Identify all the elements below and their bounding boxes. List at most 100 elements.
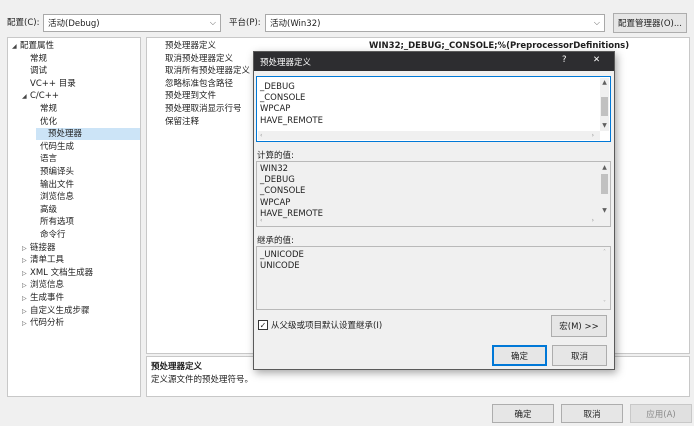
computed-values-label: 计算的值: [257, 151, 294, 161]
scroll-up-icon[interactable]: ˄ [600, 248, 609, 257]
tree-item-label: XML 文档生成器 [30, 267, 94, 278]
scroll-up-icon[interactable]: ▲ [600, 163, 609, 172]
tree-item-label: 所有选项 [40, 217, 75, 228]
preprocessor-definitions-dialog: 预处理器定义 ? ✕ ▲ ▼ ‹ › _DEBUG _CONSOLE WPCAP HA… [253, 51, 615, 370]
collapsed-icon[interactable]: ▷ [22, 255, 30, 267]
platform-dropdown[interactable]: 活动(Win32) ⌵ [265, 14, 605, 32]
property-row[interactable]: 取消所有预处理器定义 [165, 65, 250, 77]
inherited-vertical-scrollbar[interactable]: ˄ ˅ [600, 248, 609, 309]
tree-item-label: 常规 [40, 104, 58, 114]
tree-item[interactable]: 输出文件 [32, 179, 74, 191]
property-row[interactable]: 保留注释 [165, 116, 199, 128]
tree-item[interactable]: 常规 [22, 53, 47, 65]
inherit-checkbox-row[interactable]: ✓ 从父级或项目默认设置继承(I) [258, 319, 382, 331]
description-text: 定义源文件的预处理符号。 [151, 375, 254, 385]
inherit-checkbox-label: 从父级或项目默认设置继承(I) [271, 321, 383, 331]
tree-item[interactable]: ◢ C/C++ [22, 90, 59, 102]
tree-item[interactable]: 调试 [22, 65, 47, 77]
property-row[interactable]: 预处理取消显示行号 [165, 103, 242, 115]
close-icon[interactable]: ✕ [593, 55, 600, 65]
tree-item[interactable]: 常规 [32, 103, 57, 115]
scroll-right-icon[interactable]: › [592, 216, 594, 225]
tree-item[interactable]: ▷ 代码分析 [22, 317, 64, 329]
tree-item-label: 浏览信息 [30, 280, 65, 291]
tree-item[interactable]: VC++ 目录 [22, 78, 76, 90]
tree-item[interactable]: 浏览信息 [32, 191, 74, 203]
config-dropdown[interactable]: 活动(Debug) ⌵ [43, 14, 221, 32]
tree-item[interactable]: ▷ XML 文档生成器 [22, 267, 93, 279]
tree-item[interactable]: ◢ 配置属性 [12, 40, 54, 52]
collapsed-icon[interactable]: ▷ [22, 243, 30, 255]
config-label: 配置(C): [7, 18, 40, 28]
property-row[interactable]: 预处理器定义 [165, 40, 216, 52]
macros-button[interactable]: 宏(M) >> [551, 315, 607, 337]
collapsed-icon[interactable]: ▷ [22, 293, 30, 305]
tree-item[interactable]: 预处理器 [36, 128, 140, 141]
tree-item[interactable]: ▷ 链接器 [22, 242, 56, 254]
ok-button[interactable]: 确定 [492, 404, 554, 423]
scroll-thumb[interactable] [601, 97, 608, 116]
collapsed-icon[interactable]: ▷ [22, 318, 30, 330]
expanded-icon[interactable]: ◢ [22, 91, 30, 103]
collapsed-icon[interactable]: ▷ [22, 268, 30, 280]
tree-item[interactable]: ▷ 浏览信息 [22, 279, 64, 291]
dialog-title-bar[interactable]: 预处理器定义 ? ✕ [254, 52, 614, 71]
tree-item[interactable]: 代码生成 [32, 141, 74, 153]
property-row[interactable]: 忽略标准包含路径 [165, 78, 233, 90]
config-value: 活动(Debug) [48, 19, 100, 29]
tree-item[interactable]: 高级 [32, 204, 57, 216]
tree-item-label: 优化 [40, 116, 58, 127]
inherit-checkbox[interactable]: ✓ [258, 320, 268, 330]
computed-vertical-scrollbar[interactable]: ▲ ▼ [600, 163, 609, 216]
apply-button[interactable]: 应用(A) [630, 404, 692, 423]
tree-item-label: 链接器 [30, 242, 56, 253]
scroll-left-icon[interactable]: ‹ [260, 131, 262, 140]
chevron-down-icon: ⌵ [593, 18, 600, 27]
tree-item-label: 代码分析 [30, 318, 65, 329]
collapsed-icon[interactable]: ▷ [22, 306, 30, 318]
scroll-down-icon[interactable]: ˅ [600, 299, 609, 308]
tree-item-label: 浏览信息 [40, 192, 75, 203]
collapsed-icon[interactable]: ▷ [22, 280, 30, 292]
property-row[interactable]: 预处理到文件 [165, 90, 216, 102]
tree-item[interactable]: 语言 [32, 153, 57, 165]
scroll-up-icon[interactable]: ▲ [600, 78, 609, 87]
config-manager-button[interactable]: 配置管理器(O)... [613, 13, 687, 33]
tree-item[interactable]: 所有选项 [32, 216, 74, 228]
tree-item-label: 语言 [40, 154, 58, 165]
scroll-down-icon[interactable]: ▼ [600, 121, 609, 130]
tree-item-label: 输出文件 [40, 179, 75, 190]
tree-item[interactable]: ▷ 清单工具 [22, 254, 64, 266]
computed-values-box[interactable]: ▲ ▼ ‹ › WIN32 _DEBUG _CONSOLE WPCAP HAVE_REM… [256, 161, 611, 227]
scroll-down-icon[interactable]: ▼ [600, 206, 609, 215]
list-line: WPCAP [260, 104, 291, 115]
expanded-icon[interactable]: ◢ [12, 41, 20, 53]
list-line: UNICODE [260, 261, 300, 272]
tree-item-label: C/C++ [30, 91, 59, 102]
tree-item-label: 高级 [40, 204, 58, 215]
description-title: 预处理器定义 [151, 362, 203, 372]
tree-item[interactable]: 优化 [32, 116, 57, 128]
dialog-ok-button[interactable]: 确定 [492, 345, 547, 366]
tree-item[interactable]: 命令行 [32, 229, 66, 241]
list-line: _DEBUG [260, 175, 295, 186]
edit-horizontal-scrollbar[interactable]: ‹ › [258, 131, 600, 140]
list-line: _DEBUG [260, 82, 295, 92]
list-line: HAVE_REMOTE [260, 208, 323, 219]
scroll-thumb[interactable] [601, 174, 608, 194]
tree-item[interactable]: ▷ 生成事件 [22, 292, 64, 304]
property-tree[interactable]: ◢ 配置属性 常规 调试 VC++ 目录 ◢ C/C++ 常规 优化 预处理器 代码生成 语言 预编译头… [7, 37, 141, 397]
tree-item[interactable]: 预编译头 [32, 166, 74, 178]
tree-item[interactable]: ▷ 自定义生成步骤 [22, 305, 90, 317]
edit-vertical-scrollbar[interactable]: ▲ ▼ [600, 78, 609, 131]
list-line: _UNICODE [260, 250, 304, 260]
dialog-cancel-button[interactable]: 取消 [552, 345, 607, 366]
scroll-right-icon[interactable]: › [592, 131, 594, 140]
tree-item-label: 命令行 [40, 230, 66, 240]
help-icon[interactable]: ? [562, 55, 567, 65]
tree-item-label: 配置属性 [20, 41, 55, 51]
cancel-button[interactable]: 取消 [561, 404, 623, 423]
inherited-values-box[interactable]: ˄ ˅ _UNICODE UNICODE [256, 246, 611, 310]
property-row[interactable]: 取消预处理器定义 [165, 53, 233, 65]
definitions-edit-box[interactable]: ▲ ▼ ‹ › _DEBUG _CONSOLE WPCAP HAVE_REMOTE [256, 76, 611, 142]
